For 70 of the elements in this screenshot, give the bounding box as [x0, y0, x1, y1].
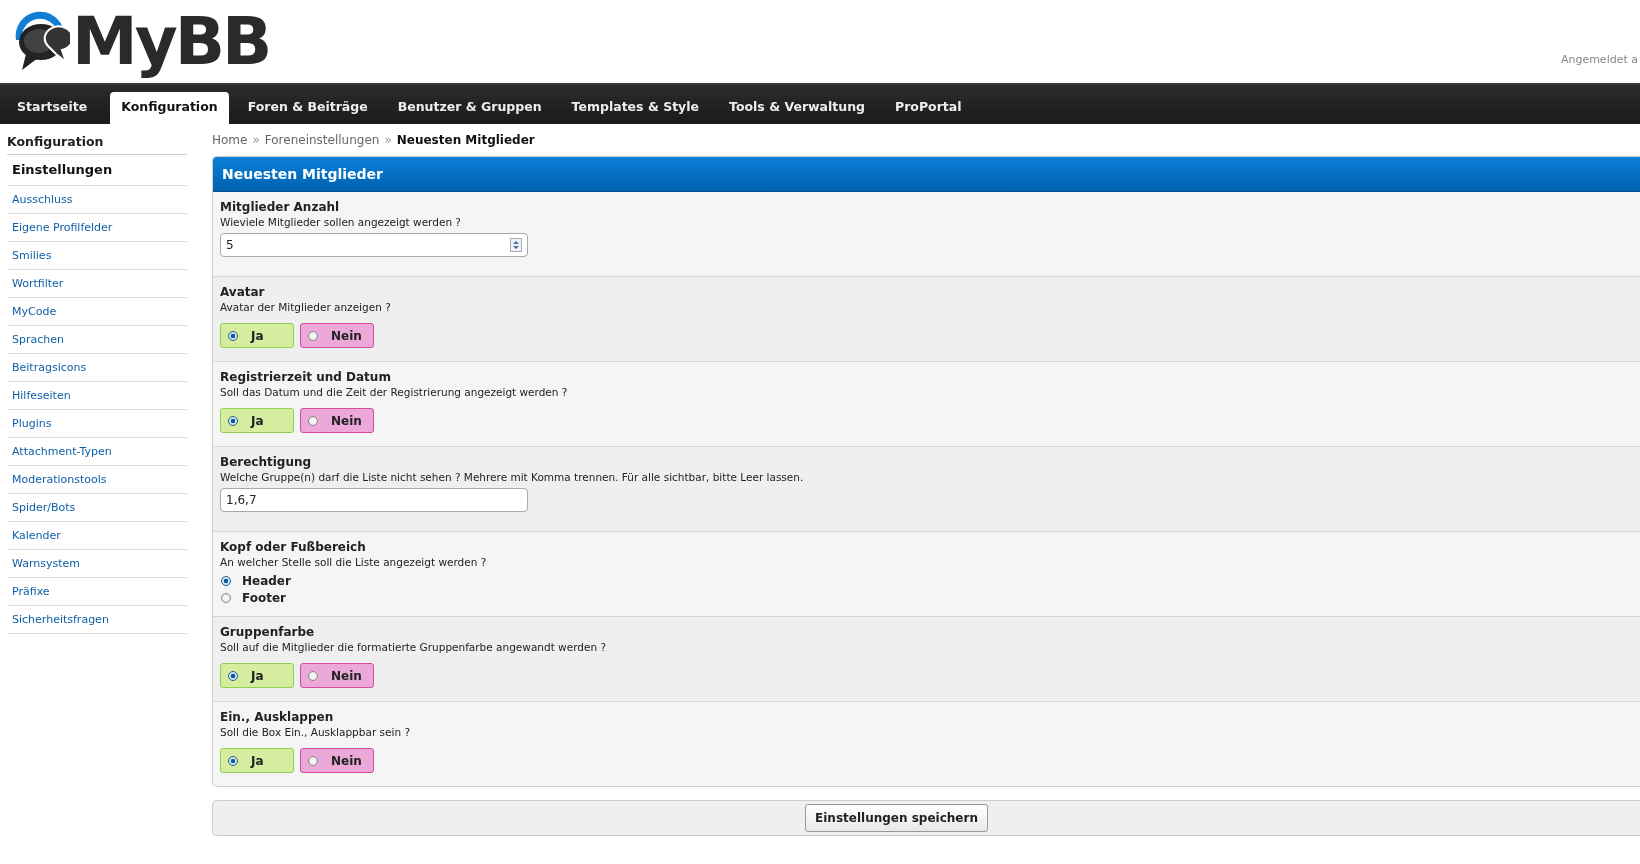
sidebar-item[interactable]: Moderationstools: [7, 466, 187, 494]
setting-description: Welche Gruppe(n) darf die Liste nicht sehen ? Mehrere mit Komma trennen. Für alle sichtbar, bitte Leer lassen.: [220, 471, 805, 483]
radio-option[interactable]: Nein: [300, 408, 374, 433]
breadcrumb-link[interactable]: Home: [212, 133, 248, 147]
number-input-field[interactable]: 5: [220, 233, 528, 257]
text-input-field[interactable]: 1,6,7: [220, 488, 528, 512]
sidebar-item[interactable]: Ausschluss: [7, 186, 187, 214]
setting-title: Ein., Ausklappen: [220, 710, 335, 724]
nav-tab[interactable]: Foren & Beiträge: [236, 92, 379, 124]
panel-header: Neuesten Mitglieder: [213, 157, 1640, 192]
sidebar-item[interactable]: Kalender: [7, 522, 187, 550]
sidebar-item[interactable]: Einstellungen: [7, 155, 187, 186]
breadcrumb-separator: »: [252, 133, 260, 147]
radio-button[interactable]: [221, 576, 231, 586]
setting-title: Gruppenfarbe: [220, 625, 316, 639]
radio-option[interactable]: Ja: [220, 663, 294, 688]
spinner-arrows-icon[interactable]: [510, 238, 522, 252]
radio-button[interactable]: [228, 755, 238, 766]
radio-button[interactable]: [308, 330, 318, 341]
setting-description: Wieviele Mitglieder sollen angezeigt werden ?: [220, 216, 462, 228]
sidebar-title: Konfiguration: [7, 124, 187, 155]
sidebar-item[interactable]: Eigene Profilfelder: [7, 214, 187, 242]
breadcrumb-separator: »: [384, 133, 392, 147]
nav-tab[interactable]: Startseite: [6, 92, 99, 124]
nav-tab[interactable]: Templates & Style: [560, 92, 711, 124]
nav-tab[interactable]: ProPortal: [884, 92, 973, 124]
radio-label: Header: [242, 574, 291, 588]
setting-title: Berechtigung: [220, 455, 313, 469]
nav-tab[interactable]: Benutzer & Gruppen: [386, 92, 553, 124]
sidebar-item[interactable]: Hilfeseiten: [7, 382, 187, 410]
radio-button[interactable]: [228, 415, 238, 426]
radio-button[interactable]: [308, 670, 318, 681]
sidebar-item[interactable]: Sprachen: [7, 326, 187, 354]
login-status-text: Angemeldet a: [1560, 53, 1638, 66]
sidebar-item[interactable]: Smilies: [7, 242, 187, 270]
setting-description: Avatar der Mitglieder anzeigen ?: [220, 301, 392, 313]
nav-tab[interactable]: Tools & Verwaltung: [718, 92, 877, 124]
radio-option[interactable]: Nein: [300, 323, 374, 348]
sidebar-item[interactable]: Plugins: [7, 410, 187, 438]
setting-title: Avatar: [220, 285, 266, 299]
setting-description: Soll die Box Ein., Ausklappbar sein ?: [220, 726, 411, 738]
sidebar-item[interactable]: Sicherheitsfragen: [7, 606, 187, 634]
radio-button[interactable]: [221, 593, 231, 603]
sidebar-item[interactable]: Attachment-Typen: [7, 438, 187, 466]
radio-button[interactable]: [228, 670, 238, 681]
radio-option[interactable]: Ja: [220, 408, 294, 433]
breadcrumb-link[interactable]: Neuesten Mitglieder: [396, 133, 535, 147]
save-settings-button[interactable]: Einstellungen speichern: [805, 804, 988, 832]
nav-tab[interactable]: Konfiguration: [110, 92, 229, 124]
radio-option[interactable]: Ja: [220, 323, 294, 348]
sidebar-item[interactable]: Wortfilter: [7, 270, 187, 298]
radio-option[interactable]: Nein: [300, 663, 374, 688]
sidebar-item[interactable]: Warnsystem: [7, 550, 187, 578]
setting-description: Soll auf die Mitglieder die formatierte Gruppenfarbe angewandt werden ?: [220, 641, 607, 653]
setting-title: Registrierzeit und Datum: [220, 370, 392, 384]
sidebar-item[interactable]: Präfixe: [7, 578, 187, 606]
sidebar-item[interactable]: Spider/Bots: [7, 494, 187, 522]
setting-description: An welcher Stelle soll die Liste angezeigt werden ?: [220, 556, 488, 568]
breadcrumb-link[interactable]: Foreneinstellungen: [264, 133, 380, 147]
setting-description: Soll das Datum und die Zeit der Registrierung angezeigt werden ?: [220, 386, 569, 398]
radio-button[interactable]: [308, 755, 318, 766]
setting-title: Kopf oder Fußbereich: [220, 540, 367, 554]
radio-option[interactable]: Nein: [300, 748, 374, 773]
radio-option[interactable]: Ja: [220, 748, 294, 773]
radio-label: Footer: [242, 591, 286, 605]
setting-title: Mitglieder Anzahl: [220, 200, 341, 214]
radio-button[interactable]: [308, 415, 318, 426]
sidebar-item[interactable]: Beitragsicons: [7, 354, 187, 382]
radio-button[interactable]: [228, 330, 238, 341]
sidebar-item[interactable]: MyCode: [7, 298, 187, 326]
